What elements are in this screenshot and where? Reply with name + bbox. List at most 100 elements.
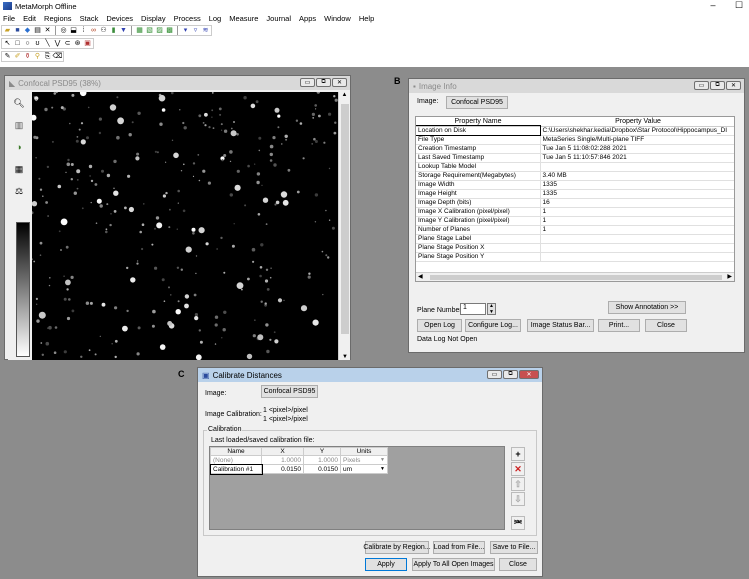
overlay-icon[interactable]: ▩ bbox=[165, 26, 174, 35]
calibration-tool-icon[interactable]: ⎃ bbox=[511, 516, 525, 530]
autotrace-icon[interactable]: ⊛ bbox=[73, 39, 82, 48]
lookup-table-bar[interactable] bbox=[16, 222, 30, 357]
journal-run-icon[interactable]: ▾ bbox=[181, 26, 190, 35]
fill-icon[interactable]: ⚱ bbox=[23, 52, 32, 61]
image-select-button[interactable]: Confocal PSD95 bbox=[446, 96, 508, 109]
brush-icon[interactable]: ✐ bbox=[13, 52, 22, 61]
table-row[interactable]: Calibration #1 0.0150 0.0150 um ▼ bbox=[209, 463, 388, 475]
close-icon[interactable]: ✕ bbox=[726, 81, 741, 90]
close-x-icon[interactable]: ✕ bbox=[43, 26, 52, 35]
load-from-file-button[interactable]: Load from File... bbox=[433, 541, 485, 554]
close-button[interactable]: Close bbox=[645, 319, 687, 332]
menu-log[interactable]: Log bbox=[209, 14, 222, 23]
calibrate-close-button[interactable]: Close bbox=[499, 558, 537, 571]
maximize-button[interactable]: ☐ bbox=[732, 0, 746, 11]
menu-devices[interactable]: Devices bbox=[106, 14, 133, 23]
image-status-bar-button[interactable]: Image Status Bar... bbox=[527, 319, 594, 332]
measure-icon[interactable]: ⬓ bbox=[69, 26, 78, 35]
menu-regions[interactable]: Regions bbox=[44, 14, 72, 23]
save-to-file-button[interactable]: Save to File... bbox=[490, 541, 538, 554]
image-window[interactable]: ◣ Confocal PSD95 (38%) ▭ ⧉ ✕ 🔍︎ ▥ ◑ ▦ ⚖ … bbox=[4, 75, 351, 360]
zoom-icon[interactable]: 🔍︎ bbox=[11, 96, 27, 110]
table-row[interactable]: Image Y Calibration (pixel/pixel) 1 bbox=[416, 216, 734, 226]
calibration-units[interactable]: um ▼ bbox=[340, 464, 388, 474]
show-annotation-button[interactable]: Show Annotation >> bbox=[608, 301, 686, 314]
table-row[interactable]: Image Depth (bits) 16 bbox=[416, 198, 734, 208]
target-icon[interactable]: ◎ bbox=[59, 26, 68, 35]
column-header-name[interactable]: Name bbox=[210, 447, 262, 456]
scroll-up-icon[interactable]: ▲ bbox=[339, 92, 350, 98]
table-row[interactable]: Plane Stage Position Y bbox=[416, 252, 734, 262]
save-icon[interactable]: ■ bbox=[13, 26, 22, 35]
move-up-icon[interactable]: ⇧ bbox=[511, 477, 525, 491]
menu-measure[interactable]: Measure bbox=[229, 14, 258, 23]
calibrate-by-region-button[interactable]: Calibrate by Region... bbox=[363, 541, 431, 554]
plane-number-field[interactable]: 1 bbox=[460, 303, 486, 315]
table-row[interactable]: Last Saved Timestamp Tue Jan 5 11:10:57:8… bbox=[416, 153, 734, 163]
line-tool-icon[interactable]: ╲ bbox=[43, 39, 52, 48]
scroll-thumb[interactable] bbox=[341, 104, 349, 334]
table-row[interactable]: Image X Calibration (pixel/pixel) 1 bbox=[416, 207, 734, 217]
histogram-icon[interactable]: ▮ bbox=[109, 26, 118, 35]
property-table[interactable]: Property Name Property Value Location on… bbox=[415, 116, 735, 282]
pointer-icon[interactable]: ↖ bbox=[3, 39, 12, 48]
acquire-icon[interactable]: ◆ bbox=[23, 26, 32, 35]
delete-icon[interactable]: ✕ bbox=[511, 462, 525, 476]
scroll-left-icon[interactable]: ◀ bbox=[418, 273, 423, 280]
restore-icon[interactable]: ⧉ bbox=[316, 78, 331, 87]
apply-button[interactable]: Apply bbox=[365, 558, 407, 571]
chevron-down-icon[interactable]: ▼ bbox=[380, 466, 385, 472]
table-row[interactable]: Storage Requirement(Megabytes) 3.40 MB bbox=[416, 171, 734, 181]
merge-icon[interactable]: ▧ bbox=[145, 26, 154, 35]
confocal-image[interactable] bbox=[32, 92, 338, 360]
pencil-icon[interactable]: ✎ bbox=[3, 52, 12, 61]
layers-icon[interactable]: ▥ bbox=[11, 118, 27, 132]
configure-log-button[interactable]: Configure Log... bbox=[465, 319, 521, 332]
restore-icon[interactable]: ⧉ bbox=[503, 370, 518, 379]
scroll-down-icon[interactable]: ▼ bbox=[339, 354, 351, 360]
calibration-name[interactable]: Calibration #1 bbox=[209, 463, 263, 475]
minimize-button[interactable]: – bbox=[706, 0, 720, 10]
freehand-tool-icon[interactable]: ʊ bbox=[33, 39, 42, 48]
region-manager-icon[interactable]: ▣ bbox=[83, 39, 92, 48]
ellipse-tool-icon[interactable]: ○ bbox=[23, 39, 32, 48]
menu-file[interactable]: File bbox=[3, 14, 15, 23]
minimize-icon[interactable]: ▭ bbox=[487, 370, 502, 379]
property-table-hscroll[interactable]: ◀ ▶ bbox=[416, 272, 734, 281]
contrast-icon[interactable]: ⚖ bbox=[11, 184, 27, 198]
calibration-units[interactable]: Pixels ▼ bbox=[340, 455, 388, 465]
journal-edit-icon[interactable]: ≋ bbox=[201, 26, 210, 35]
scroll-right-icon[interactable]: ▶ bbox=[727, 273, 732, 280]
open-icon[interactable]: ▰ bbox=[3, 26, 12, 35]
image-vertical-scrollbar[interactable]: ▲ ▼ bbox=[338, 92, 350, 360]
region-icon[interactable]: ⁞ bbox=[79, 26, 88, 35]
calibration-y[interactable]: 1.0000 bbox=[303, 455, 341, 465]
split-icon[interactable]: ▨ bbox=[155, 26, 164, 35]
column-header-name[interactable]: Property Name bbox=[416, 117, 540, 127]
column-header-x[interactable]: X bbox=[261, 447, 304, 456]
calibration-y[interactable]: 0.0150 bbox=[303, 464, 341, 474]
journal-step-icon[interactable]: ▿ bbox=[191, 26, 200, 35]
table-row[interactable]: (None) 1.0000 1.0000 Pixels ▼ bbox=[210, 455, 388, 465]
polyline-tool-icon[interactable]: ⋁ bbox=[53, 39, 62, 48]
print-button[interactable]: Print... bbox=[598, 319, 640, 332]
rectangle-tool-icon[interactable]: □ bbox=[13, 39, 22, 48]
stack-icon[interactable]: ▦ bbox=[135, 26, 144, 35]
binoculars-icon[interactable]: ⚇ bbox=[99, 26, 108, 35]
table-row[interactable]: Plane Stage Position X bbox=[416, 243, 734, 253]
open-log-button[interactable]: Open Log bbox=[417, 319, 462, 332]
image-window-title-bar[interactable]: ◣ Confocal PSD95 (38%) bbox=[5, 76, 350, 90]
table-row[interactable]: Image Width 1335 bbox=[416, 180, 734, 190]
calibration-x[interactable]: 1.0000 bbox=[261, 455, 304, 465]
print-icon[interactable]: ▤ bbox=[33, 26, 42, 35]
minimize-icon[interactable]: ▭ bbox=[300, 78, 315, 87]
menu-journal[interactable]: Journal bbox=[266, 14, 291, 23]
arc-tool-icon[interactable]: ⊂ bbox=[63, 39, 72, 48]
apply-all-button[interactable]: Apply To All Open Images bbox=[412, 558, 495, 571]
column-header-y[interactable]: Y bbox=[303, 447, 341, 456]
add-icon[interactable]: + bbox=[511, 447, 525, 461]
minimize-icon[interactable]: ▭ bbox=[694, 81, 709, 90]
dropper-icon[interactable]: ⚲ bbox=[33, 52, 42, 61]
menu-display[interactable]: Display bbox=[141, 14, 166, 23]
filter-icon[interactable]: ▼ bbox=[119, 26, 128, 35]
